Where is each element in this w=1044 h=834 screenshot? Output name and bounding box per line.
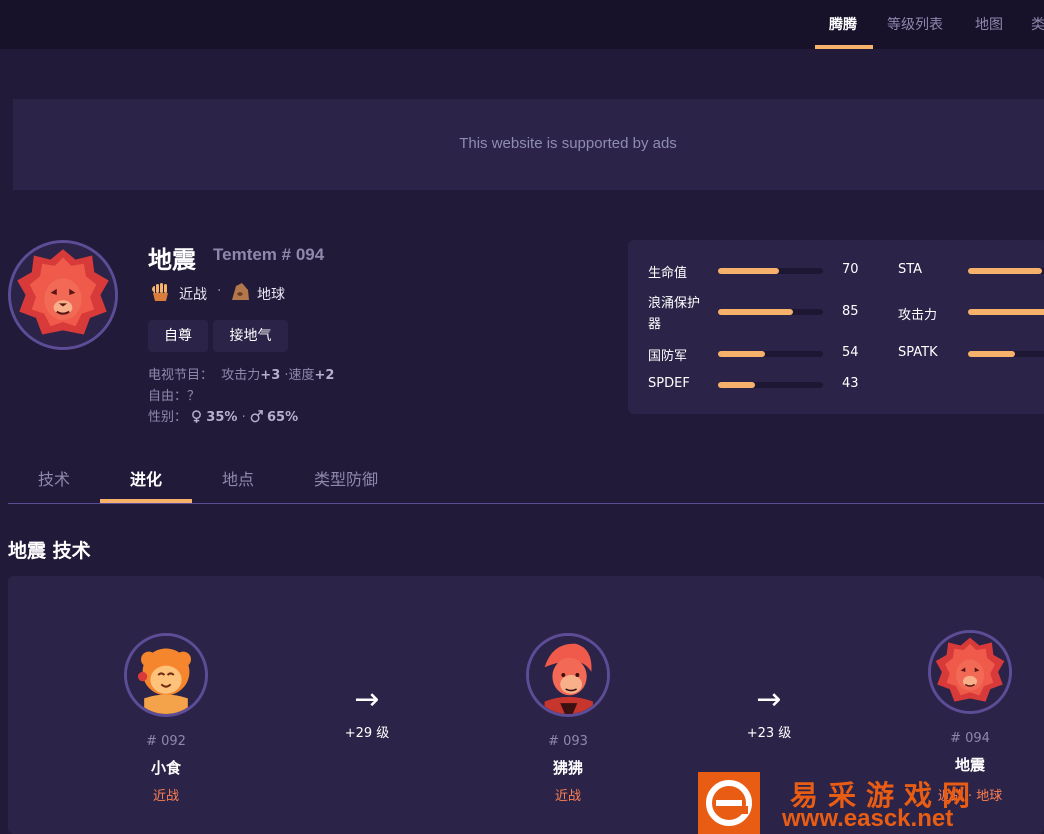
nav-item-map[interactable]: 地图 bbox=[975, 14, 1003, 34]
evo-level-1: +29 级 bbox=[344, 726, 390, 741]
stat-fill-sta bbox=[968, 268, 1042, 274]
evo-name-093[interactable]: 狒狒 bbox=[518, 757, 618, 778]
trait-grounded[interactable]: 接地气 bbox=[213, 320, 288, 352]
gender-separator: · bbox=[241, 410, 246, 425]
stat-bar-atk bbox=[968, 309, 1044, 315]
stat-bar-def bbox=[718, 351, 823, 357]
lion-portrait-icon bbox=[11, 243, 115, 347]
earth-rock-icon bbox=[228, 280, 252, 304]
stat-name-spatk: SPATK bbox=[898, 345, 938, 360]
male-icon bbox=[250, 410, 267, 425]
stat-fill-atk bbox=[968, 309, 1044, 315]
stat-bar-spd bbox=[718, 309, 823, 315]
stat-fill-spdef bbox=[718, 382, 755, 388]
evo-arrow-1-icon: → bbox=[354, 682, 380, 717]
gender-male-value: 65% bbox=[266, 410, 299, 425]
tab-locations[interactable]: 地点 bbox=[222, 466, 254, 490]
melee-fist-icon bbox=[148, 280, 172, 304]
evo-number-093: # 093 bbox=[548, 734, 588, 749]
stat-fill-hp bbox=[718, 268, 779, 274]
evo-number-094: # 094 bbox=[950, 731, 990, 746]
stat-name-spdef: SPDEF bbox=[648, 376, 690, 391]
tv-yield: 电视节目： 攻击力+3 ·速度+2 bbox=[148, 364, 334, 383]
stat-name-atk: 攻击力 bbox=[898, 308, 938, 323]
type-label-melee: 近战 bbox=[179, 287, 207, 303]
top-bar: 腾腾 等级列表 地图 类 bbox=[0, 0, 1044, 49]
stat-name-def: 国防军 bbox=[648, 349, 688, 364]
stats-panel: 生命值 70 STA 浪涌保护 器 85 攻击力 国防军 54 SPATK SP… bbox=[628, 240, 1044, 414]
monkey-cub-portrait-icon bbox=[127, 636, 205, 714]
monster-name: 地震 bbox=[148, 246, 196, 274]
lion-portrait-icon bbox=[931, 633, 1009, 711]
freedom-line: 自由：？ bbox=[148, 389, 201, 404]
stat-name-spd-line2: 器 bbox=[648, 317, 662, 332]
tv-label: 电视节目： bbox=[148, 368, 214, 383]
stat-name-spd: 浪涌保护 bbox=[648, 296, 701, 311]
trait-pride[interactable]: 自尊 bbox=[148, 320, 208, 352]
watermark-logo-icon bbox=[698, 772, 760, 834]
evo-avatar-094[interactable] bbox=[928, 630, 1012, 714]
tab-type-defense[interactable]: 类型防御 bbox=[314, 466, 378, 490]
tab-divider bbox=[8, 503, 1044, 504]
evo-type-092: 近战 bbox=[152, 789, 179, 804]
female-icon bbox=[191, 410, 206, 425]
monster-number: Temtem # 094 bbox=[213, 245, 325, 264]
evo-avatar-092[interactable] bbox=[124, 633, 208, 717]
gender-label: 性别： bbox=[148, 410, 188, 425]
monster-avatar bbox=[8, 240, 118, 350]
gender-line: 性别： 35% · 65% bbox=[148, 406, 298, 425]
baboon-portrait-icon bbox=[529, 636, 607, 714]
stat-bar-sta bbox=[968, 268, 1044, 274]
tv-stat-2: ·速度 bbox=[284, 368, 315, 383]
nav-item-tier-list[interactable]: 等级列表 bbox=[887, 14, 943, 34]
nav-item-types[interactable]: 类 bbox=[1031, 14, 1044, 34]
ad-text: This website is supported by ads bbox=[459, 135, 677, 152]
section-title: 地震 技术 bbox=[8, 540, 91, 562]
stat-name-sta: STA bbox=[898, 262, 923, 277]
gender-female-value: 35% bbox=[206, 410, 238, 425]
evo-number-092: # 092 bbox=[146, 734, 186, 749]
stat-name-hp: 生命值 bbox=[648, 266, 688, 281]
stat-value-spdef: 43 bbox=[842, 376, 859, 391]
watermark-url: www.easck.net bbox=[782, 805, 954, 832]
evo-name-092[interactable]: 小食 bbox=[116, 757, 216, 778]
nav-active-indicator bbox=[815, 45, 873, 49]
evo-type-093: 近战 bbox=[554, 789, 581, 804]
ad-banner: This website is supported by ads bbox=[13, 99, 1044, 190]
main-nav: 腾腾 等级列表 地图 类 bbox=[0, 0, 1044, 49]
tv-bonus-2: +2 bbox=[314, 368, 335, 383]
evo-name-094[interactable]: 地震 bbox=[920, 754, 1020, 775]
evo-level-2: +23 级 bbox=[746, 726, 792, 741]
tab-techniques[interactable]: 技术 bbox=[38, 466, 70, 490]
evo-avatar-093[interactable] bbox=[526, 633, 610, 717]
tv-stat-1: 攻击力 bbox=[221, 368, 261, 383]
stat-fill-spatk bbox=[968, 351, 1016, 357]
stat-bar-spdef bbox=[718, 382, 823, 388]
stat-bar-spatk bbox=[968, 351, 1044, 357]
stat-bar-hp bbox=[718, 268, 823, 274]
tab-evolution[interactable]: 进化 bbox=[130, 466, 162, 490]
nav-item-temtem[interactable]: 腾腾 bbox=[829, 14, 857, 34]
evo-arrow-2-icon: → bbox=[756, 682, 782, 717]
stat-value-spd: 85 bbox=[842, 304, 859, 319]
tv-bonus-1: +3 bbox=[260, 368, 281, 383]
stat-fill-def bbox=[718, 351, 766, 357]
stat-value-def: 54 bbox=[842, 345, 859, 360]
type-separator: · bbox=[217, 283, 222, 299]
stat-fill-spd bbox=[718, 309, 793, 315]
stat-value-hp: 70 bbox=[842, 262, 859, 277]
type-label-earth: 地球 bbox=[257, 287, 285, 303]
